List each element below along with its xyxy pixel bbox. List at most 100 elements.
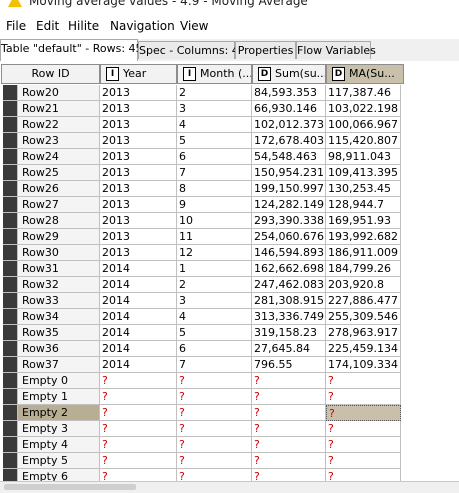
column-header-row-id[interactable]: Row ID [1, 64, 100, 84]
row-id-cell[interactable]: Row33 [17, 293, 100, 309]
moving-average-cell[interactable]: 128,944.7 [326, 197, 401, 213]
moving-average-cell[interactable]: 174,109.334 [326, 357, 401, 373]
column-header-sum[interactable]: D Sum(su... [252, 64, 326, 84]
moving-average-cell[interactable]: 255,309.546 [326, 309, 401, 325]
month-cell[interactable]: 4 [177, 309, 252, 325]
row-id-cell[interactable]: Row35 [17, 325, 100, 341]
moving-average-cell[interactable]: 184,799.26 [326, 261, 401, 277]
row-id-cell[interactable]: Empty 1 [17, 389, 100, 405]
sum-cell[interactable]: 281,308.915 [252, 293, 326, 309]
sum-cell[interactable]: ? [252, 421, 326, 437]
row-id-cell[interactable]: Row30 [17, 245, 100, 261]
year-cell[interactable]: ? [100, 421, 177, 437]
sum-cell[interactable]: 84,593.353 [252, 85, 326, 101]
row-id-cell[interactable]: Row24 [17, 149, 100, 165]
month-cell[interactable]: ? [177, 437, 252, 453]
year-cell[interactable]: ? [100, 453, 177, 469]
year-cell[interactable]: 2013 [100, 197, 177, 213]
table-row[interactable]: Row21 2013 3 66,930.146 103,022.198 [0, 101, 404, 117]
table-row[interactable]: Row32 2014 2 247,462.083 203,920.8 [0, 277, 404, 293]
table-row[interactable]: Empty 1???? [0, 389, 404, 405]
month-cell[interactable]: 9 [177, 197, 252, 213]
table-row[interactable]: Empty 3???? [0, 421, 404, 437]
month-cell[interactable]: ? [177, 453, 252, 469]
tab-table[interactable]: Table "default" - Rows: 45 [0, 39, 143, 61]
moving-average-cell[interactable]: 227,886.477 [326, 293, 401, 309]
year-cell[interactable]: 2013 [100, 181, 177, 197]
year-cell[interactable]: ? [100, 405, 177, 421]
table-row[interactable]: Row25 2013 7 150,954.231 109,413.395 [0, 165, 404, 181]
table-row[interactable]: Row24 2013 6 54,548.463 98,911.043 [0, 149, 404, 165]
year-cell[interactable]: ? [100, 373, 177, 389]
year-cell[interactable]: 2013 [100, 101, 177, 117]
year-cell[interactable]: 2013 [100, 85, 177, 101]
menu-hilite[interactable]: Hilite [68, 19, 99, 33]
month-cell[interactable]: 5 [177, 133, 252, 149]
table-row[interactable]: Row26 2013 8 199,150.997 130,253.45 [0, 181, 404, 197]
table-row[interactable]: Empty 2???? [0, 405, 404, 421]
year-cell[interactable]: 2013 [100, 117, 177, 133]
month-cell[interactable]: 2 [177, 277, 252, 293]
moving-average-cell[interactable]: 225,459.134 [326, 341, 401, 357]
moving-average-cell[interactable]: ? [326, 405, 401, 421]
row-id-cell[interactable]: Row22 [17, 117, 100, 133]
month-cell[interactable]: 7 [177, 357, 252, 373]
year-cell[interactable]: 2014 [100, 277, 177, 293]
year-cell[interactable]: 2014 [100, 325, 177, 341]
horizontal-scrollbar[interactable] [0, 481, 459, 493]
table-row[interactable]: Row36 2014 6 27,645.84 225,459.134 [0, 341, 404, 357]
row-id-cell[interactable]: Empty 5 [17, 453, 100, 469]
sum-cell[interactable]: 27,645.84 [252, 341, 326, 357]
month-cell[interactable]: 3 [177, 101, 252, 117]
month-cell[interactable]: 11 [177, 229, 252, 245]
moving-average-cell[interactable]: 115,420.807 [326, 133, 401, 149]
month-cell[interactable]: 12 [177, 245, 252, 261]
row-id-cell[interactable]: Row29 [17, 229, 100, 245]
sum-cell[interactable]: 102,012.373 [252, 117, 326, 133]
sum-cell[interactable]: 146,594.893 [252, 245, 326, 261]
month-cell[interactable]: 3 [177, 293, 252, 309]
tab-flow-variables[interactable]: Flow Variables [296, 41, 376, 59]
moving-average-cell[interactable]: 130,253.45 [326, 181, 401, 197]
table-row[interactable]: Row33 2014 3 281,308.915 227,886.477 [0, 293, 404, 309]
sum-cell[interactable]: 293,390.338 [252, 213, 326, 229]
moving-average-cell[interactable]: 193,992.682 [326, 229, 401, 245]
year-cell[interactable]: 2013 [100, 229, 177, 245]
moving-average-cell[interactable]: ? [326, 453, 401, 469]
table-row[interactable]: Empty 0???? [0, 373, 404, 389]
month-cell[interactable]: 5 [177, 325, 252, 341]
year-cell[interactable]: ? [100, 389, 177, 405]
moving-average-cell[interactable]: 117,387.46 [326, 85, 401, 101]
month-cell[interactable]: ? [177, 389, 252, 405]
sum-cell[interactable]: 796.55 [252, 357, 326, 373]
column-header-month[interactable]: I Month (... [177, 64, 252, 84]
row-id-cell[interactable]: Row20 [17, 85, 100, 101]
sum-cell[interactable]: ? [252, 373, 326, 389]
moving-average-cell[interactable]: 109,413.395 [326, 165, 401, 181]
sum-cell[interactable]: 124,282.149 [252, 197, 326, 213]
sum-cell[interactable]: 313,336.749 [252, 309, 326, 325]
year-cell[interactable]: 2014 [100, 309, 177, 325]
tab-properties[interactable]: Properties [235, 41, 296, 59]
moving-average-cell[interactable]: 203,920.8 [326, 277, 401, 293]
month-cell[interactable]: 6 [177, 149, 252, 165]
column-header-moving-average[interactable]: D MA(Su... [326, 64, 404, 84]
row-id-cell[interactable]: Row31 [17, 261, 100, 277]
menu-view[interactable]: View [180, 19, 208, 33]
year-cell[interactable]: 2013 [100, 165, 177, 181]
moving-average-cell[interactable]: 103,022.198 [326, 101, 401, 117]
year-cell[interactable]: ? [100, 437, 177, 453]
sum-cell[interactable]: 172,678.403 [252, 133, 326, 149]
month-cell[interactable]: ? [177, 373, 252, 389]
year-cell[interactable]: 2014 [100, 261, 177, 277]
year-cell[interactable]: 2014 [100, 357, 177, 373]
row-id-cell[interactable]: Row37 [17, 357, 100, 373]
year-cell[interactable]: 2013 [100, 133, 177, 149]
row-id-cell[interactable]: Empty 2 [17, 405, 100, 421]
month-cell[interactable]: ? [177, 405, 252, 421]
month-cell[interactable]: 1 [177, 261, 252, 277]
month-cell[interactable]: 10 [177, 213, 252, 229]
sum-cell[interactable]: 54,548.463 [252, 149, 326, 165]
moving-average-cell[interactable]: ? [326, 389, 401, 405]
column-header-year[interactable]: I Year [100, 64, 177, 84]
